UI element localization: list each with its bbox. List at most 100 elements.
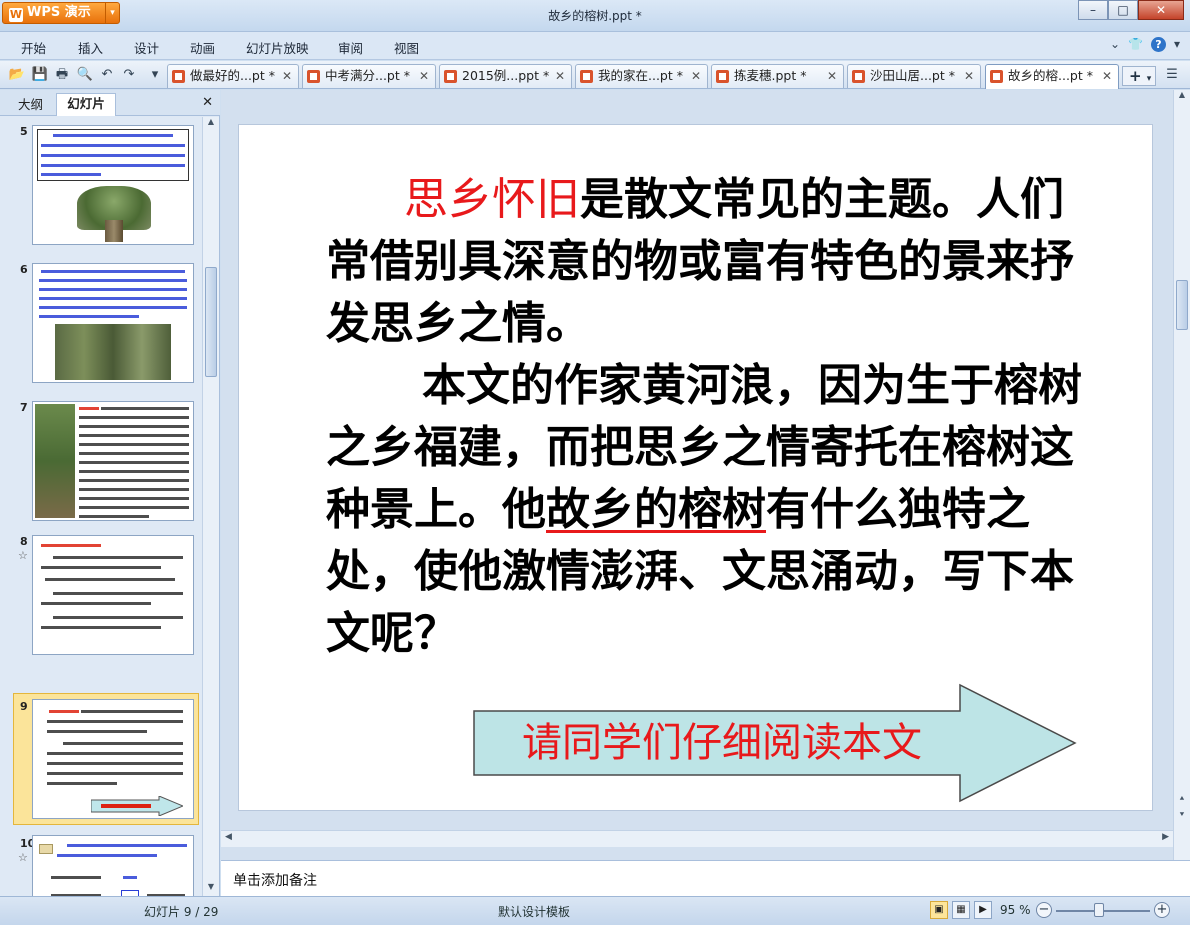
ppt-file-icon	[716, 70, 729, 83]
ppt-file-icon	[444, 70, 457, 83]
save-icon[interactable]: 💾	[31, 66, 49, 84]
undo-icon[interactable]: ↶	[98, 66, 116, 84]
tab-document-1[interactable]: 做最好的...pt * ✕	[167, 64, 299, 88]
close-tab-icon[interactable]: ✕	[419, 65, 429, 87]
menu-insert[interactable]: 插入	[78, 38, 103, 57]
collapse-ribbon-icon[interactable]: ⌄	[1110, 37, 1120, 52]
document-tab-bar: 📂 💾 🖶 🔍 ↶ ↷ ▾ 做最好的...pt * ✕ 中考满分...pt * ✕ …	[0, 61, 1190, 89]
tab-document-6[interactable]: 沙田山居...pt * ✕	[847, 64, 981, 88]
animation-star-icon: ☆	[18, 851, 28, 864]
tab-document-active[interactable]: 故乡的榕...pt * ✕	[985, 64, 1119, 89]
new-tab-button[interactable]: + ▾	[1122, 66, 1156, 86]
animation-star-icon: ☆	[18, 549, 28, 562]
zoom-in-icon[interactable]: +	[1154, 902, 1170, 918]
current-slide[interactable]: 思乡怀旧是散文常见的主题。人们常借别具深意的物或富有特色的景来抒发思乡之情。 本…	[239, 125, 1152, 810]
slide-thumbnail-8[interactable]	[32, 535, 194, 655]
slide-thumbnail-9[interactable]	[32, 699, 194, 819]
menu-animation[interactable]: 动画	[190, 38, 215, 57]
scrollbar-thumb[interactable]	[205, 267, 217, 377]
status-bar: 幻灯片 9 / 29 默认设计模板 ▣ ▦ ▶ 95 % − +	[0, 896, 1190, 925]
tab-document-2[interactable]: 中考满分...pt * ✕	[302, 64, 436, 88]
help-icon[interactable]: ?	[1150, 37, 1166, 52]
close-tab-icon[interactable]: ✕	[555, 65, 565, 87]
slide-number: 8	[20, 535, 28, 548]
zoom-level: 95 %	[1000, 903, 1031, 917]
minimize-button[interactable]: –	[1078, 0, 1108, 20]
ppt-file-icon	[307, 70, 320, 83]
slide-number: 7	[20, 401, 28, 414]
slide-thumbnail-5[interactable]	[32, 125, 194, 245]
scroll-right-icon[interactable]: ▶	[1162, 832, 1169, 842]
chevron-down-icon[interactable]: ▾	[1147, 74, 1152, 84]
slide-number: 6	[20, 263, 28, 276]
open-folder-icon[interactable]: 📂	[8, 66, 26, 84]
scroll-up-icon[interactable]: ▲	[1174, 90, 1190, 104]
editor-horizontal-scrollbar[interactable]: ◀ ▶	[221, 830, 1173, 847]
menu-home[interactable]: 开始	[21, 38, 46, 57]
menu-design[interactable]: 设计	[134, 38, 159, 57]
previous-slide-icon[interactable]: ⯅	[1174, 794, 1190, 808]
slides-panel-scrollbar[interactable]: ▲ ▼	[202, 117, 219, 896]
notes-pane[interactable]: 单击添加备注	[221, 860, 1190, 896]
close-tab-icon[interactable]: ✕	[282, 65, 292, 87]
scroll-left-icon[interactable]: ◀	[225, 832, 232, 842]
close-window-button[interactable]: ✕	[1138, 0, 1184, 20]
slide-sorter-view-icon[interactable]: ▦	[952, 901, 970, 919]
zoom-slider-handle[interactable]	[1094, 903, 1104, 917]
banyan-roots-image	[55, 324, 171, 380]
design-template-name[interactable]: 默认设计模板	[498, 903, 570, 920]
title-bar: W WPS 演示 ▾ 故乡的榕树.ppt * – □ ✕	[0, 0, 1190, 32]
maximize-button[interactable]: □	[1108, 0, 1138, 20]
tab-document-3[interactable]: 2015例...ppt * ✕	[439, 64, 572, 88]
slide-thumbnail-7[interactable]	[32, 401, 194, 521]
skin-icon[interactable]: 👕	[1128, 37, 1143, 52]
scroll-up-icon[interactable]: ▲	[203, 117, 219, 131]
slide-edit-area: 思乡怀旧是散文常见的主题。人们常借别具深意的物或富有特色的景来抒发思乡之情。 本…	[221, 90, 1190, 860]
zoom-out-icon[interactable]: −	[1036, 902, 1052, 918]
redo-icon[interactable]: ↷	[120, 66, 138, 84]
close-tab-icon[interactable]: ✕	[1102, 65, 1112, 87]
window-title: 故乡的榕树.ppt *	[548, 9, 642, 23]
customize-toolbar-icon[interactable]: ▾	[146, 66, 164, 84]
print-preview-icon[interactable]: 🔍	[76, 66, 94, 84]
book-icon	[39, 844, 53, 854]
tab-document-4[interactable]: 我的家在...pt * ✕	[575, 64, 708, 88]
ppt-file-icon	[990, 70, 1003, 83]
next-slide-icon[interactable]: ⯆	[1174, 810, 1190, 824]
notes-placeholder: 单击添加备注	[233, 873, 317, 889]
slide-thumbnail-list: 5 6 7 8 ☆ 9 10 ☆	[0, 117, 202, 896]
slide-counter: 幻灯片 9 / 29	[144, 905, 219, 919]
slides-panel: 大纲 幻灯片 ✕ 5 6 7 8 ☆ 9 10 ☆ ▲ ▼	[0, 90, 220, 896]
close-tab-icon[interactable]: ✕	[964, 65, 974, 87]
close-tab-icon[interactable]: ✕	[691, 65, 701, 87]
menu-review[interactable]: 审阅	[338, 38, 363, 57]
menu-bar: 开始 插入 设计 动画 幻灯片放映 审阅 视图 ⌄ 👕 ? ▾	[0, 32, 1190, 60]
slide-number: 5	[20, 125, 28, 138]
tab-document-5[interactable]: 拣麦穗.ppt * ✕	[711, 64, 844, 88]
slide-body-text[interactable]: 思乡怀旧是散文常见的主题。人们常借别具深意的物或富有特色的景来抒发思乡之情。 本…	[326, 169, 1086, 665]
menu-view[interactable]: 视图	[394, 38, 419, 57]
close-tab-icon[interactable]: ✕	[827, 65, 837, 87]
normal-view-icon[interactable]: ▣	[930, 901, 948, 919]
close-panel-icon[interactable]: ✕	[202, 95, 213, 110]
banyan-photo-image	[35, 404, 75, 518]
print-icon[interactable]: 🖶	[53, 66, 71, 84]
underlined-title-text: 故乡的榕树	[546, 484, 766, 535]
slide-thumbnail-10[interactable]	[32, 835, 194, 896]
ppt-file-icon	[580, 70, 593, 83]
menu-slideshow[interactable]: 幻灯片放映	[246, 38, 309, 57]
arrow-shape-thumbnail	[91, 796, 183, 816]
scrollbar-thumb[interactable]	[1176, 280, 1188, 330]
ppt-file-icon	[852, 70, 865, 83]
highlight-text: 思乡怀旧	[404, 174, 580, 225]
slide-number: 9	[20, 700, 28, 713]
slide-thumbnail-6[interactable]	[32, 263, 194, 383]
scroll-down-icon[interactable]: ▼	[203, 882, 219, 896]
ppt-file-icon	[172, 70, 185, 83]
tab-list-icon[interactable]: ☰	[1163, 66, 1181, 84]
editor-vertical-scrollbar[interactable]: ▲ ⯅ ⯆	[1173, 90, 1190, 860]
slideshow-view-icon[interactable]: ▶	[974, 901, 992, 919]
tab-slides[interactable]: 幻灯片	[56, 93, 116, 116]
help-dropdown-icon[interactable]: ▾	[1174, 37, 1180, 52]
tab-outline[interactable]: 大纲	[18, 94, 43, 113]
